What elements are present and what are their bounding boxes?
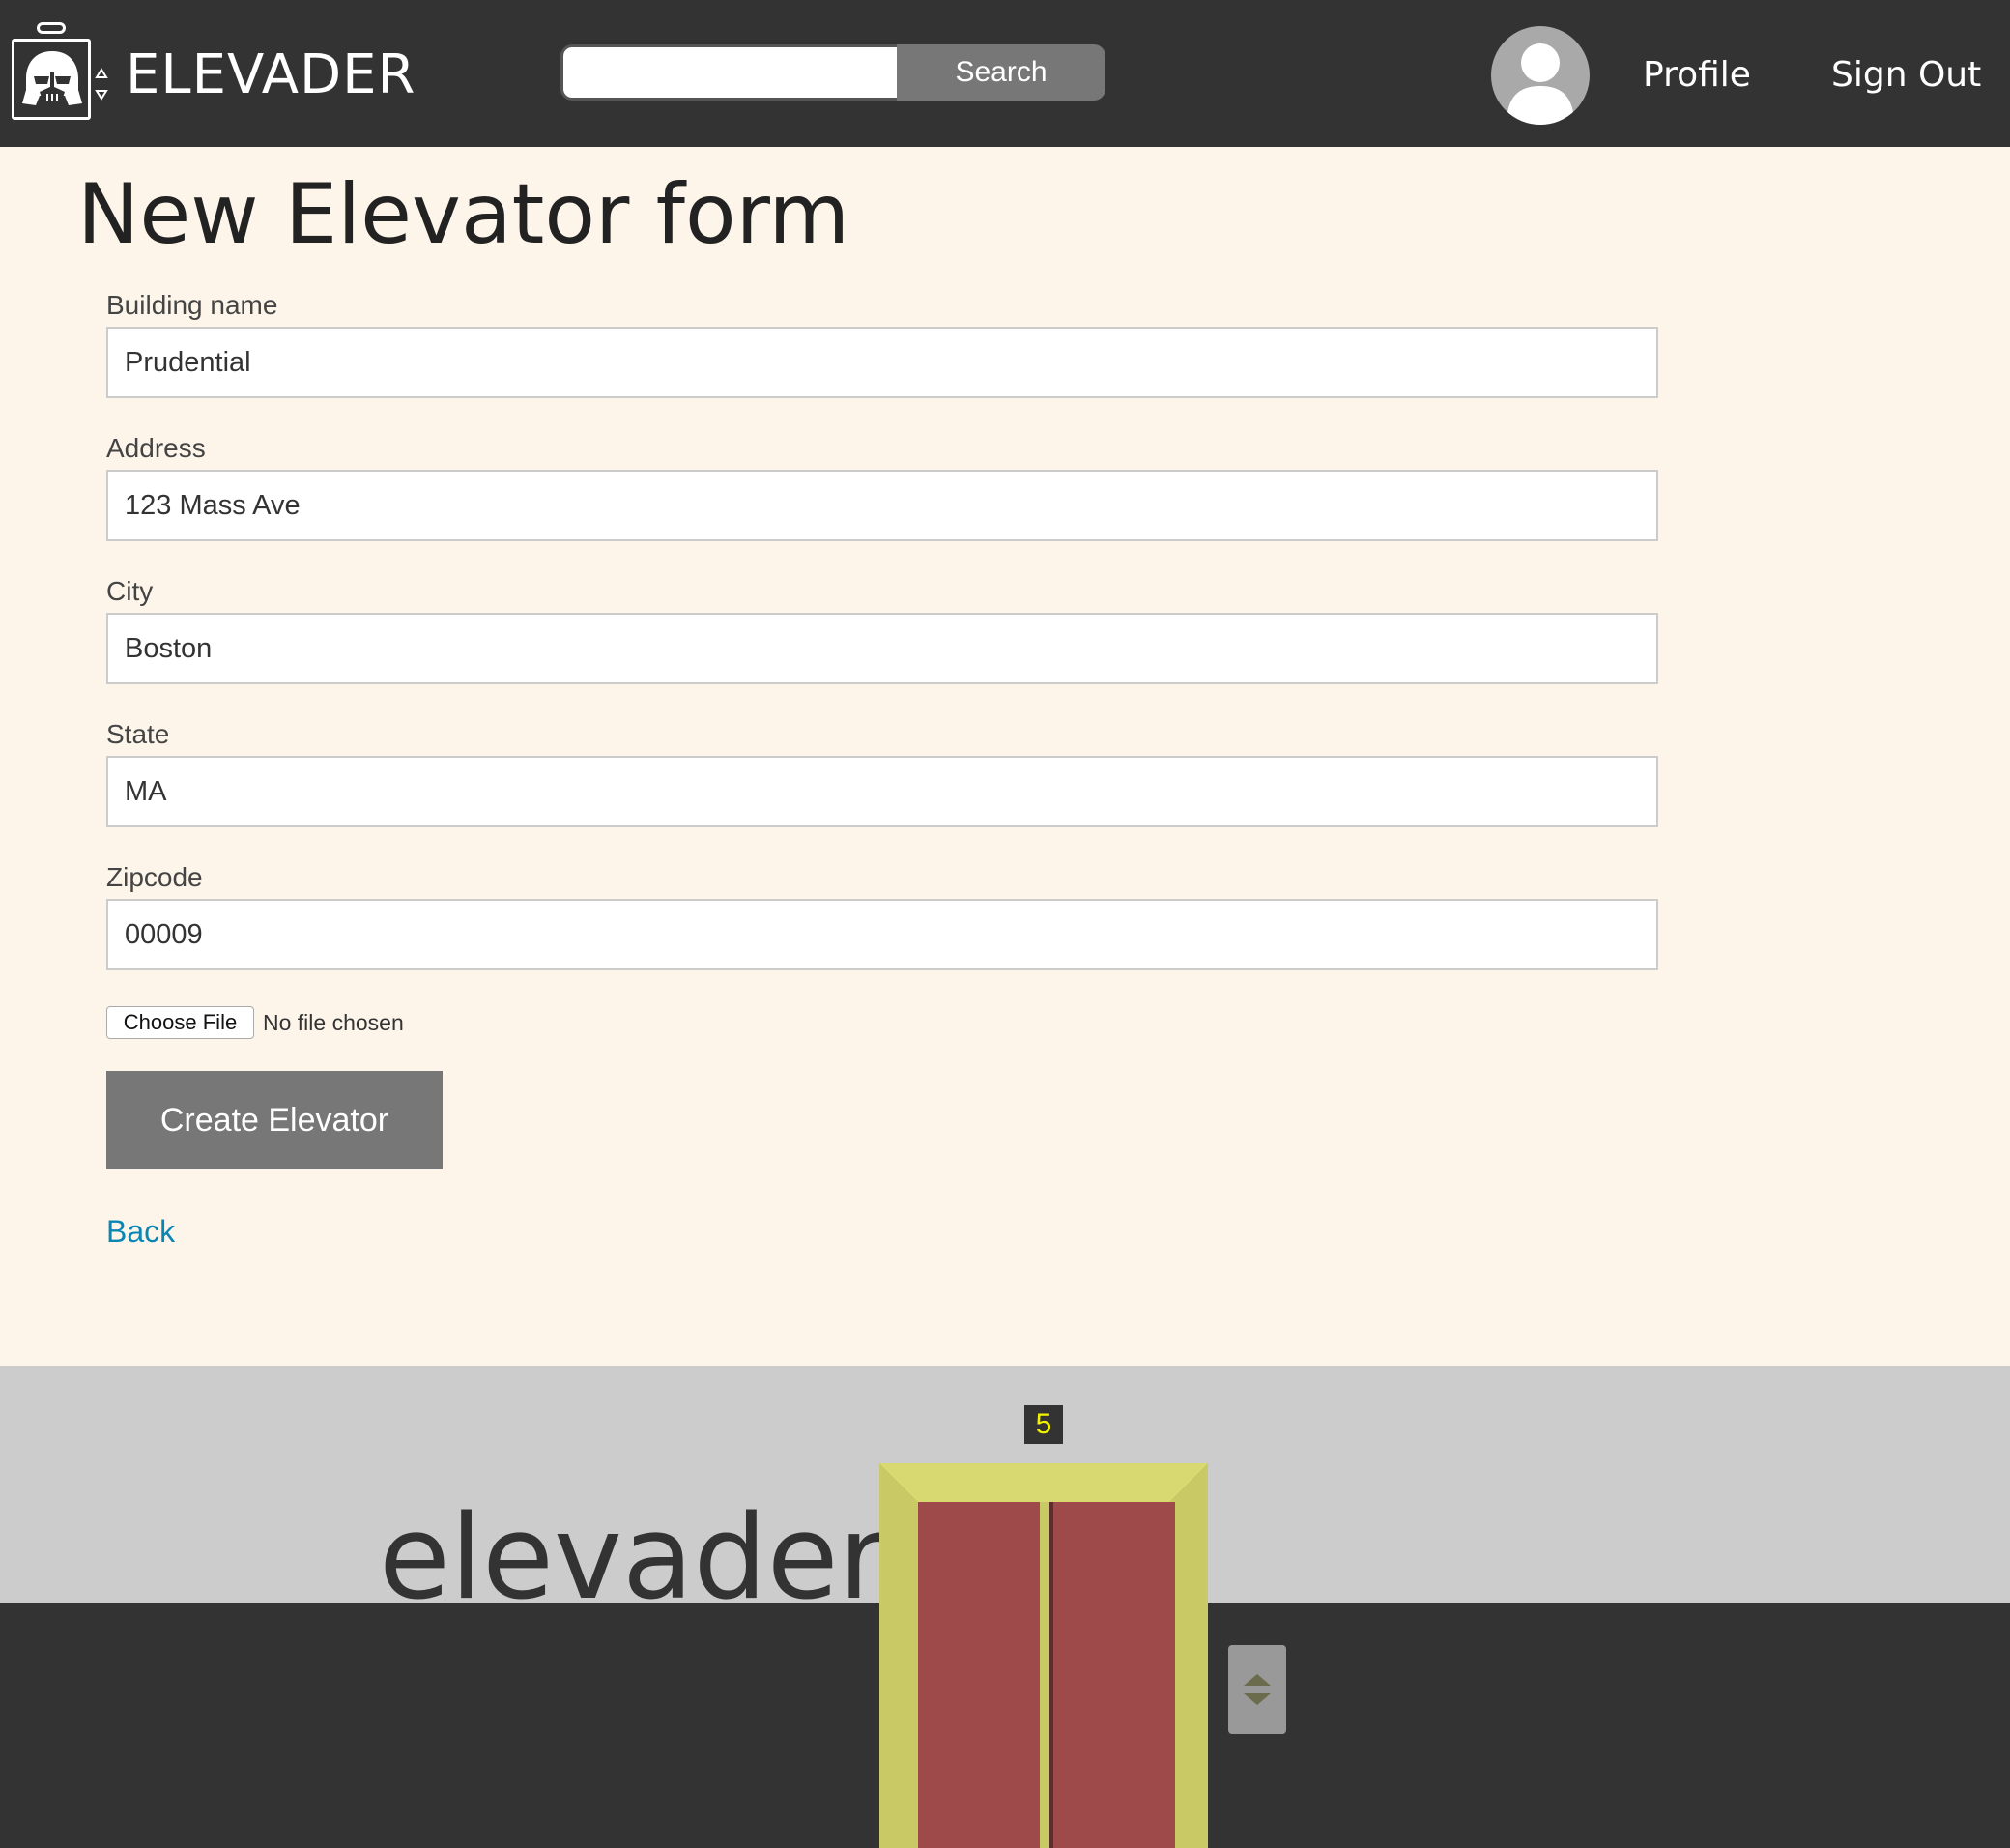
elevator-frame-top [879, 1463, 1208, 1502]
top-navigation-bar: ELEVADER Search Profile Sign Out [0, 0, 2010, 147]
sign-out-link[interactable]: Sign Out [1831, 48, 1981, 102]
zipcode-field[interactable] [106, 899, 1658, 970]
city-label: City [106, 576, 154, 606]
elevator-call-arrows-icon [1244, 1674, 1271, 1705]
footer-logo-text: elevader [379, 1491, 886, 1626]
brand-name[interactable]: ELEVADER [126, 44, 416, 106]
search-input[interactable] [560, 44, 897, 101]
address-field[interactable] [106, 470, 1658, 541]
profile-link[interactable]: Profile [1643, 48, 1751, 102]
choose-file-button[interactable]: Choose File [106, 1006, 254, 1039]
floor-indicator: 5 [1024, 1405, 1063, 1444]
elevator-left-door [918, 1502, 1040, 1848]
elevator-right-door [1053, 1502, 1175, 1848]
user-avatar-icon[interactable] [1491, 26, 1590, 125]
file-status-text: No file chosen [263, 1010, 404, 1035]
building-name-field[interactable] [106, 327, 1658, 398]
state-label: State [106, 719, 170, 749]
zipcode-label: Zipcode [106, 862, 203, 892]
page-title: New Elevator form [77, 166, 850, 263]
building-name-label: Building name [106, 290, 278, 320]
search-button[interactable]: Search [897, 44, 1106, 101]
elevator-call-button[interactable] [1228, 1645, 1286, 1734]
address-label: Address [106, 433, 206, 463]
state-field[interactable] [106, 756, 1658, 827]
elevator-door-seam [1049, 1502, 1053, 1848]
up-down-arrows-icon [95, 68, 108, 101]
elevator-light-icon [37, 22, 66, 34]
back-link[interactable]: Back [106, 1212, 175, 1251]
vader-elevator-logo-icon[interactable] [12, 39, 91, 120]
city-field[interactable] [106, 613, 1658, 684]
create-elevator-button[interactable]: Create Elevator [106, 1071, 443, 1169]
